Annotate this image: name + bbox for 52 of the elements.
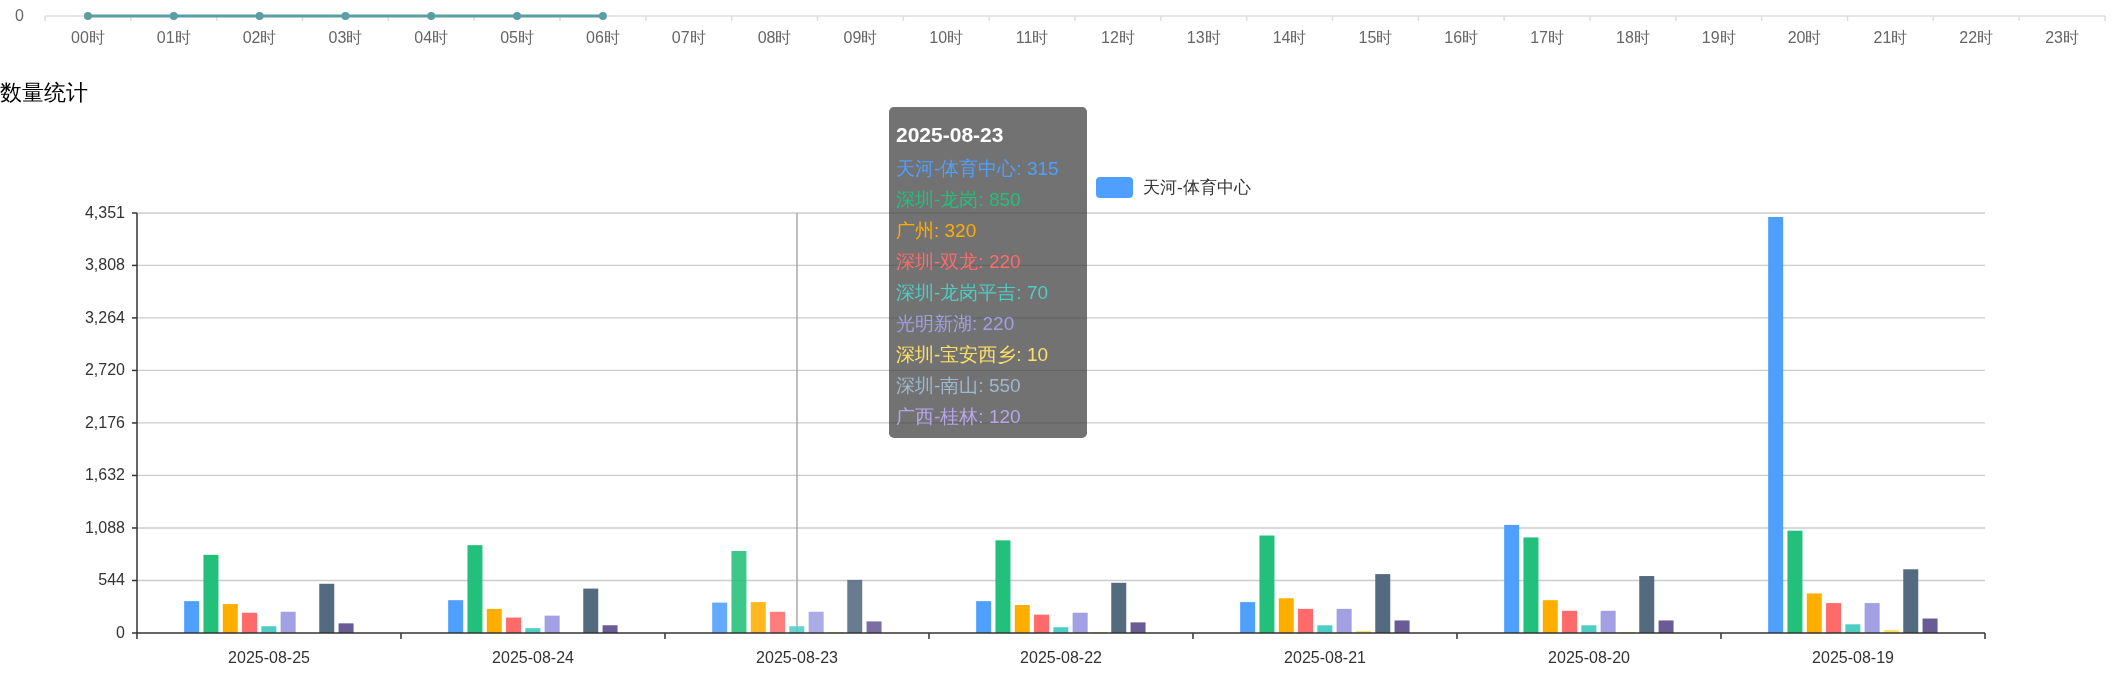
- axis-label: 1,088: [84, 519, 125, 536]
- axis-label: 2025-08-25: [228, 649, 310, 666]
- axis-label: 06时: [586, 29, 620, 46]
- axis-label: 03时: [328, 29, 363, 46]
- axis-label: 21时: [1873, 29, 1908, 46]
- axis-label: 2025-08-20: [1548, 649, 1630, 666]
- axis-label: 09时: [843, 29, 878, 46]
- axis-label: 13时: [1186, 29, 1221, 46]
- tooltip-row-text: 深圳-龙岗平吉: 70: [896, 281, 1049, 305]
- axis-label: 15时: [1358, 29, 1393, 46]
- tooltip-title: 2025-08-23: [896, 122, 1004, 148]
- axis-label: 1,632: [84, 466, 125, 484]
- axis-label: 2025-08-19: [1812, 649, 1894, 666]
- axis-label: 3,808: [84, 256, 125, 274]
- axis-label: 01时: [156, 29, 191, 46]
- axis-label: 18时: [1616, 29, 1650, 46]
- axis-label: 07时: [671, 29, 706, 46]
- tooltip-row-text: 广西-桂林: 120: [896, 405, 1021, 429]
- tooltip-row-text: 天河-体育中心: 315: [896, 157, 1059, 181]
- axis-label: 2025-08-23: [756, 649, 838, 666]
- axis-label: 2,176: [84, 413, 125, 431]
- axis-label: 17时: [1530, 29, 1564, 46]
- axis-label: 4,351: [84, 204, 125, 221]
- tooltip-row-text: 深圳-南山: 550: [896, 374, 1021, 398]
- axis-label: 3,264: [84, 308, 125, 326]
- axis-label: 2,720: [84, 361, 125, 379]
- tooltip-row-text: 光明新湖: 220: [896, 312, 1015, 336]
- axis-label: 2025-08-21: [1284, 649, 1366, 666]
- axis-label: 14时: [1272, 29, 1307, 46]
- axis-label: 23时: [2045, 29, 2079, 46]
- axis-label: 22时: [1959, 29, 1994, 46]
- tooltip-row-text: 深圳-宝安西乡: 10: [896, 343, 1049, 367]
- axis-label: 2025-08-22: [1020, 649, 1102, 666]
- axis-label: 12时: [1101, 29, 1135, 46]
- axis-label: 2025-08-24: [492, 649, 574, 666]
- tooltip-row-text: 深圳-双龙: 220: [896, 250, 1021, 274]
- axis-label: 0: [15, 7, 24, 24]
- tooltip-row-text: 广州: 320: [896, 219, 977, 243]
- axis-label: 19时: [1701, 29, 1736, 46]
- axis-label: 20时: [1787, 29, 1822, 46]
- axis-label: 16时: [1444, 29, 1479, 46]
- axis-label: 04时: [414, 29, 449, 46]
- tooltip-row-text: 深圳-龙岗: 850: [896, 188, 1021, 212]
- axis-label: 08时: [757, 29, 792, 46]
- chart-title: 数量统计: [0, 80, 88, 106]
- axis-label: 10时: [929, 29, 964, 46]
- axis-label: 02时: [242, 29, 277, 46]
- axis-label: 0: [116, 624, 125, 641]
- axis-label: 05时: [500, 29, 534, 46]
- axis-label: 00时: [71, 29, 105, 46]
- axis-label: 544: [98, 571, 125, 589]
- axis-label: 11时: [1015, 29, 1049, 46]
